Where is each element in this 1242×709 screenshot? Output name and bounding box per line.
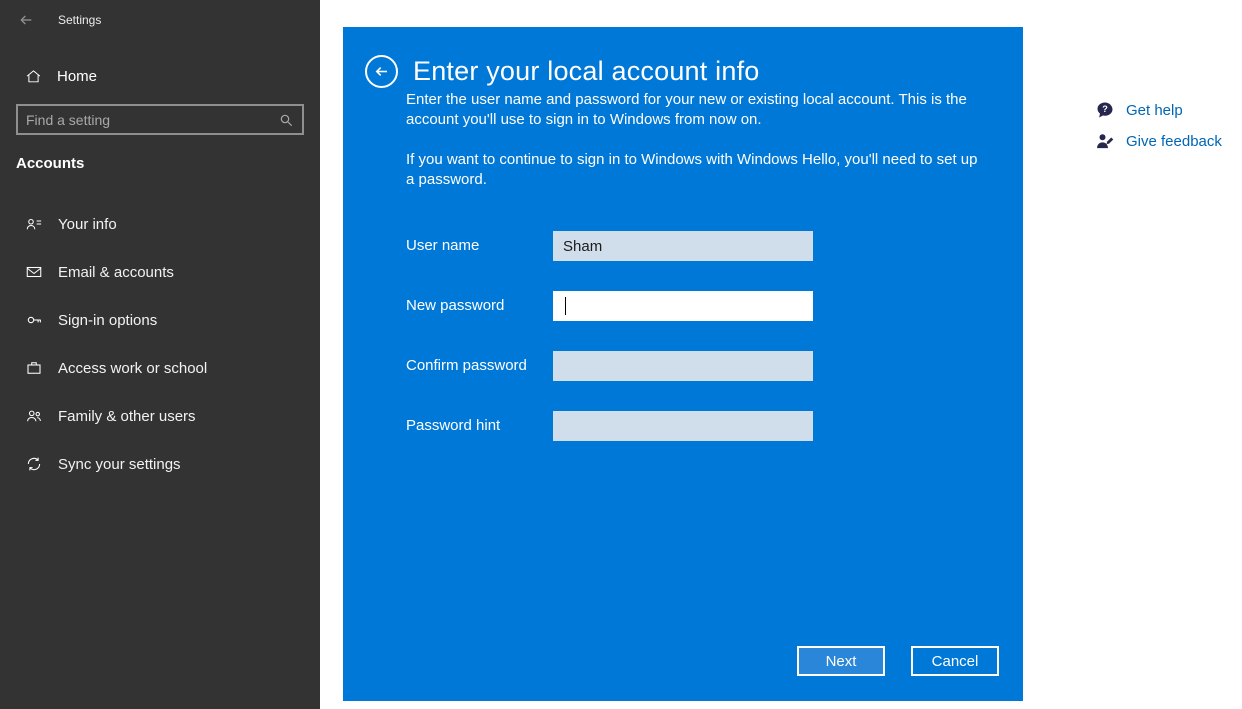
chat-question-icon: ? bbox=[1095, 100, 1115, 120]
password-hint-label: Password hint bbox=[406, 411, 500, 441]
feedback-person-icon bbox=[1095, 131, 1115, 151]
confirm-password-input-wrap bbox=[553, 351, 813, 381]
home-label: Home bbox=[57, 68, 97, 85]
new-password-input-wrap bbox=[553, 291, 813, 321]
confirm-password-input[interactable] bbox=[553, 351, 813, 381]
new-password-input[interactable] bbox=[553, 291, 813, 321]
sidebar-item-sync-your-settings[interactable]: Sync your settings bbox=[0, 440, 320, 488]
sidebar-item-access-work-school[interactable]: Access work or school bbox=[0, 344, 320, 392]
search-box bbox=[16, 104, 304, 135]
sidebar-item-family-other-users[interactable]: Family & other users bbox=[0, 392, 320, 440]
cancel-button[interactable]: Cancel bbox=[911, 646, 999, 676]
sidebar-item-label: Your info bbox=[58, 216, 117, 233]
dialog-description-2: If you want to continue to sign in to Wi… bbox=[406, 150, 981, 190]
username-input-wrap bbox=[553, 231, 813, 261]
confirm-password-label: Confirm password bbox=[406, 351, 527, 381]
next-button[interactable]: Next bbox=[797, 646, 885, 676]
key-icon bbox=[25, 311, 43, 329]
dialog-title: Enter your local account info bbox=[413, 56, 760, 87]
magnifier-glyph bbox=[278, 112, 294, 128]
sidebar-item-sign-in-options[interactable]: Sign-in options bbox=[0, 296, 320, 344]
section-heading-accounts: Accounts bbox=[16, 155, 84, 172]
titlebar: Settings bbox=[18, 8, 101, 32]
briefcase-icon bbox=[25, 359, 43, 377]
sidebar-item-label: Email & accounts bbox=[58, 264, 174, 281]
give-feedback-link[interactable]: Give feedback bbox=[1095, 131, 1222, 151]
sidebar-item-label: Access work or school bbox=[58, 360, 207, 377]
username-input[interactable] bbox=[553, 231, 813, 261]
form-row-confirm-password: Confirm password bbox=[343, 351, 1023, 381]
give-feedback-label: Give feedback bbox=[1126, 133, 1222, 150]
form-row-new-password: New password bbox=[343, 291, 1023, 321]
username-label: User name bbox=[406, 231, 479, 261]
people-icon bbox=[25, 407, 43, 425]
sidebar-item-label: Family & other users bbox=[58, 408, 196, 425]
sidebar-item-email-accounts[interactable]: Email & accounts bbox=[0, 248, 320, 296]
sidebar: Settings Home Accounts Your info bbox=[0, 0, 320, 709]
local-account-dialog: Enter your local account info Enter the … bbox=[343, 27, 1023, 701]
dialog-description-1: Enter the user name and password for you… bbox=[406, 90, 981, 130]
dialog-header: Enter your local account info bbox=[365, 55, 760, 88]
person-card-icon bbox=[25, 215, 43, 233]
sync-icon bbox=[25, 455, 43, 473]
home-icon bbox=[25, 68, 42, 85]
sidebar-item-your-info[interactable]: Your info bbox=[0, 200, 320, 248]
settings-window: Settings Home Accounts Your info bbox=[0, 0, 1242, 709]
svg-text:?: ? bbox=[1102, 104, 1108, 114]
search-input[interactable] bbox=[18, 106, 278, 133]
form-row-username: User name bbox=[343, 231, 1023, 261]
dialog-buttons: Next Cancel bbox=[797, 646, 999, 676]
sidebar-nav: Your info Email & accounts Sign-in optio… bbox=[0, 200, 320, 488]
search-icon[interactable] bbox=[278, 112, 294, 128]
app-title: Settings bbox=[58, 13, 101, 27]
dialog-back-button[interactable] bbox=[365, 55, 398, 88]
password-hint-input[interactable] bbox=[553, 411, 813, 441]
new-password-label: New password bbox=[406, 291, 504, 321]
form-row-password-hint: Password hint bbox=[343, 411, 1023, 441]
envelope-icon bbox=[25, 263, 43, 281]
sidebar-item-label: Sign-in options bbox=[58, 312, 157, 329]
left-arrow-icon bbox=[18, 12, 34, 28]
help-links: ? Get help Give feedback bbox=[1095, 100, 1222, 151]
get-help-label: Get help bbox=[1126, 102, 1183, 119]
sidebar-item-home[interactable]: Home bbox=[0, 58, 320, 94]
text-caret bbox=[565, 297, 566, 315]
back-icon[interactable] bbox=[18, 12, 34, 28]
password-hint-input-wrap bbox=[553, 411, 813, 441]
get-help-link[interactable]: ? Get help bbox=[1095, 100, 1222, 120]
sidebar-item-label: Sync your settings bbox=[58, 456, 181, 473]
back-arrow-circle-icon bbox=[372, 62, 391, 81]
